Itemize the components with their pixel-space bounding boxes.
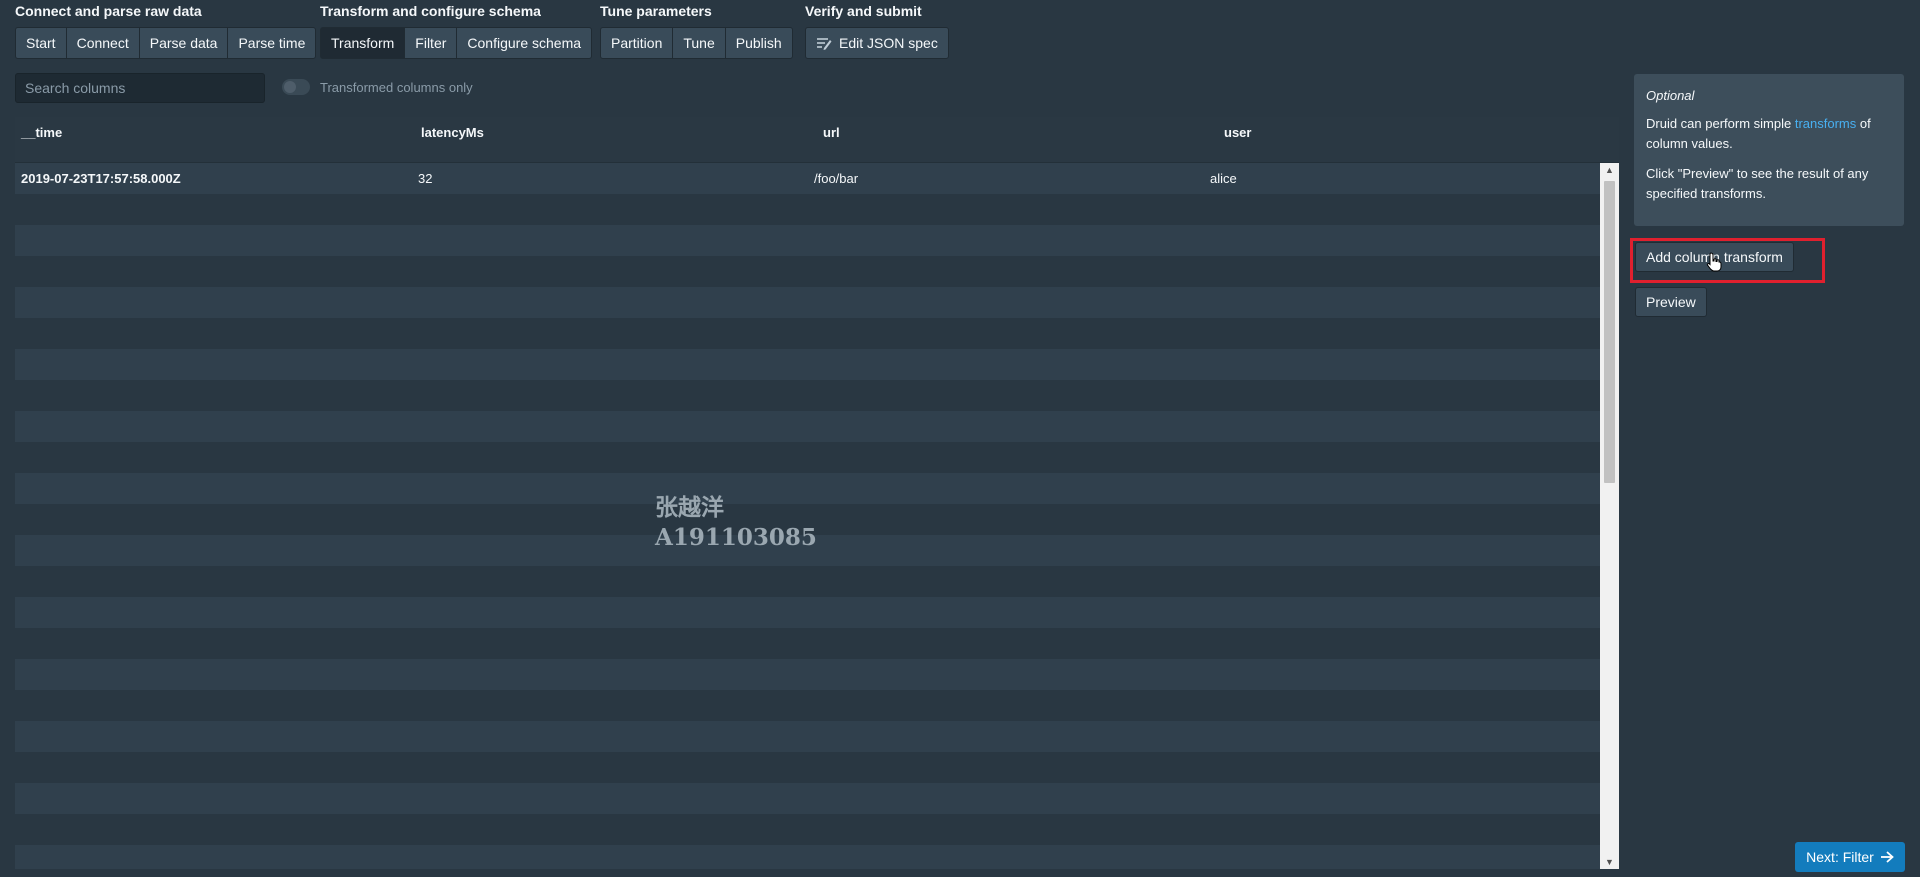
table-row-empty — [15, 721, 1600, 752]
step-partition-button[interactable]: Partition — [600, 27, 673, 59]
cell-time: 2019-07-23T17:57:58.000Z — [21, 171, 181, 186]
step-buttons-verify: Edit JSON spec — [805, 27, 949, 59]
step-title-connect: Connect and parse raw data — [15, 3, 202, 19]
table-row: 2019-07-23T17:57:58.000Z 32 /foo/bar ali… — [15, 163, 1600, 194]
step-group-tune: Tune parameters Partition Tune Publish — [600, 0, 793, 59]
edit-json-spec-button[interactable]: Edit JSON spec — [805, 27, 949, 59]
step-start-button[interactable]: Start — [15, 27, 66, 59]
transform-info-callout: Optional Druid can perform simple transf… — [1634, 74, 1904, 226]
scrollbar-thumb[interactable] — [1604, 181, 1615, 483]
edit-json-icon — [816, 36, 832, 50]
table-row-empty — [15, 194, 1600, 225]
table-row-empty — [15, 411, 1600, 442]
search-columns-input[interactable] — [15, 73, 265, 103]
step-buttons-transform: Transform Filter Configure schema — [320, 27, 593, 59]
watermark: 张越洋 A191103085 — [655, 493, 817, 553]
arrow-right-icon — [1880, 851, 1894, 863]
step-publish-button[interactable]: Publish — [724, 27, 793, 59]
callout-text-2: Click "Preview" to see the result of any… — [1646, 166, 1869, 201]
step-group-transform: Transform and configure schema Transform… — [320, 0, 593, 59]
step-tune-button[interactable]: Tune — [672, 27, 725, 59]
table-row-empty — [15, 442, 1600, 473]
edit-json-spec-label: Edit JSON spec — [839, 35, 938, 51]
table-row-empty — [15, 349, 1600, 380]
scroll-down-icon[interactable]: ▼ — [1600, 855, 1619, 869]
table-row-empty — [15, 225, 1600, 256]
step-configure-schema-button[interactable]: Configure schema — [456, 27, 593, 59]
table-row-empty — [15, 783, 1600, 814]
table-row-empty — [15, 814, 1600, 845]
highlight-box — [1630, 238, 1825, 283]
table-row-empty — [15, 597, 1600, 628]
next-filter-button[interactable]: Next: Filter — [1795, 842, 1905, 872]
table-row-empty — [15, 845, 1600, 869]
step-title-transform: Transform and configure schema — [320, 3, 541, 19]
table-row-empty — [15, 287, 1600, 318]
callout-heading: Optional — [1646, 88, 1695, 103]
table-row-empty — [15, 628, 1600, 659]
table-header: __time latencyMs url user — [15, 117, 1619, 163]
toggle-switch[interactable] — [282, 79, 310, 95]
table-row-empty — [15, 690, 1600, 721]
cell-latency: 32 — [418, 171, 433, 186]
step-connect-button[interactable]: Connect — [65, 27, 139, 59]
step-filter-button[interactable]: Filter — [404, 27, 457, 59]
callout-text-1: Druid can perform simple transforms of c… — [1646, 116, 1871, 151]
step-buttons-connect: Start Connect Parse data Parse time — [15, 27, 317, 59]
column-header-user[interactable]: user — [1224, 117, 1251, 163]
preview-table: __time latencyMs url user 2019-07-23T17:… — [15, 117, 1619, 869]
preview-button[interactable]: Preview — [1635, 287, 1707, 317]
table-row-empty — [15, 380, 1600, 411]
step-group-verify: Verify and submit Edit JSON spec — [805, 0, 949, 59]
toggle-label: Transformed columns only — [320, 79, 473, 95]
step-parse-time-button[interactable]: Parse time — [227, 27, 317, 59]
step-group-connect: Connect and parse raw data Start Connect… — [15, 0, 317, 59]
table-row-empty — [15, 256, 1600, 287]
cell-user: alice — [1210, 171, 1237, 186]
watermark-name: 张越洋 — [655, 494, 724, 521]
step-title-tune: Tune parameters — [600, 3, 712, 19]
table-scrollbar[interactable]: ▲ ▼ — [1600, 163, 1619, 869]
next-filter-label: Next: Filter — [1806, 849, 1874, 865]
table-row-empty — [15, 566, 1600, 597]
table-row-empty — [15, 752, 1600, 783]
transformed-only-toggle[interactable]: Transformed columns only — [282, 79, 473, 95]
table-row-empty — [15, 318, 1600, 349]
column-header-time[interactable]: __time — [21, 117, 62, 163]
step-buttons-tune: Partition Tune Publish — [600, 27, 793, 59]
column-header-url[interactable]: url — [823, 117, 840, 163]
column-header-latency[interactable]: latencyMs — [421, 117, 484, 163]
watermark-id: A191103085 — [655, 524, 817, 551]
transforms-link[interactable]: transforms — [1795, 116, 1856, 131]
step-title-verify: Verify and submit — [805, 3, 922, 19]
step-parse-data-button[interactable]: Parse data — [138, 27, 228, 59]
table-row-empty — [15, 659, 1600, 690]
cell-url: /foo/bar — [814, 171, 859, 186]
hand-cursor-icon — [1706, 252, 1722, 277]
step-transform-button[interactable]: Transform — [320, 27, 405, 59]
scroll-up-icon[interactable]: ▲ — [1600, 163, 1619, 177]
